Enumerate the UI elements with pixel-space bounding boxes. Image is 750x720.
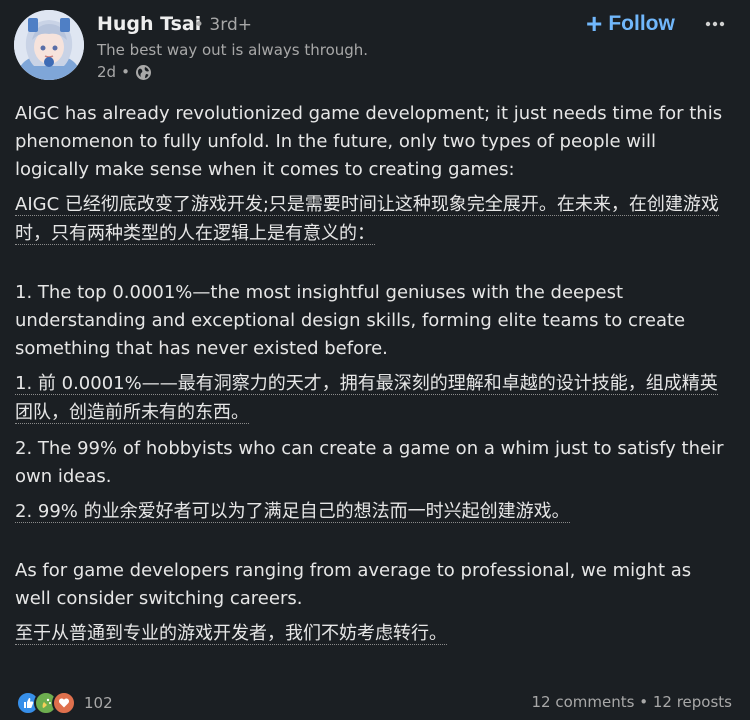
author-headline: The best way out is always through. [97, 41, 369, 59]
ellipsis-icon[interactable] [700, 12, 730, 36]
reactions-summary[interactable]: 102 [16, 691, 113, 715]
paragraph-zh-4: 至于从普通到专业的游戏开发者，我们不妨考虑转行。 [15, 619, 730, 648]
paragraph-zh-3: 2. 99% 的业余爱好者可以为了满足自己的想法而一时兴起创建游戏。 [15, 497, 730, 526]
footer-separator: • [639, 693, 649, 711]
feed-post: Hugh Tsai • 3rd+ The best way out is alw… [0, 0, 750, 720]
author-avatar[interactable] [14, 10, 84, 80]
paragraph-en-2: 1. The top 0.0001%—the most insightful g… [15, 282, 686, 359]
translation-text-4: 至于从普通到专业的游戏开发者，我们不妨考虑转行。 [15, 623, 447, 645]
connection-degree: • 3rd+ [194, 15, 252, 35]
translation-text-1: AIGC 已经彻底改变了游戏开发;只是需要时间让这种现象完全展开。在未来，在创建… [15, 194, 719, 245]
translation-text-3: 2. 99% 的业余爱好者可以为了满足自己的想法而一时兴起创建游戏。 [15, 501, 570, 523]
comments-reposts: 12 comments • 12 reposts [532, 693, 733, 711]
avatar-illustration [14, 10, 84, 80]
author-name[interactable]: Hugh Tsai [97, 13, 201, 35]
paragraph-zh-2: 1. 前 0.0001%——最有洞察力的天才，拥有最深刻的理解和卓越的设计技能，… [15, 369, 730, 427]
paragraph-en-1: AIGC has already revolutionized game dev… [15, 103, 723, 180]
reaction-count: 102 [84, 694, 113, 712]
translation-text-2: 1. 前 0.0001%——最有洞察力的天才，拥有最深刻的理解和卓越的设计技能，… [15, 373, 718, 424]
comments-count[interactable]: 12 comments [532, 693, 635, 711]
paragraph-en-4: As for game developers ranging from aver… [15, 560, 692, 609]
post-body: AIGC has already revolutionized game dev… [15, 100, 730, 648]
paragraph-en-3: 2. The 99% of hobbyists who can create a… [15, 438, 724, 487]
post-header: Hugh Tsai • 3rd+ The best way out is alw… [0, 0, 750, 90]
reposts-count[interactable]: 12 reposts [653, 693, 732, 711]
globe-icon [135, 64, 152, 81]
follow-button[interactable]: + Follow [580, 8, 681, 40]
social-counts-bar: 102 12 comments • 12 reposts [0, 688, 750, 716]
love-reaction-icon [52, 691, 76, 715]
follow-label: Follow [608, 12, 675, 35]
post-time: 2d [97, 63, 117, 81]
time-separator: • [121, 63, 130, 81]
paragraph-zh-1: AIGC 已经彻底改变了游戏开发;只是需要时间让这种现象完全展开。在未来，在创建… [15, 190, 730, 248]
plus-icon: + [586, 8, 603, 39]
post-timestamp-row: 2d • [97, 63, 152, 81]
